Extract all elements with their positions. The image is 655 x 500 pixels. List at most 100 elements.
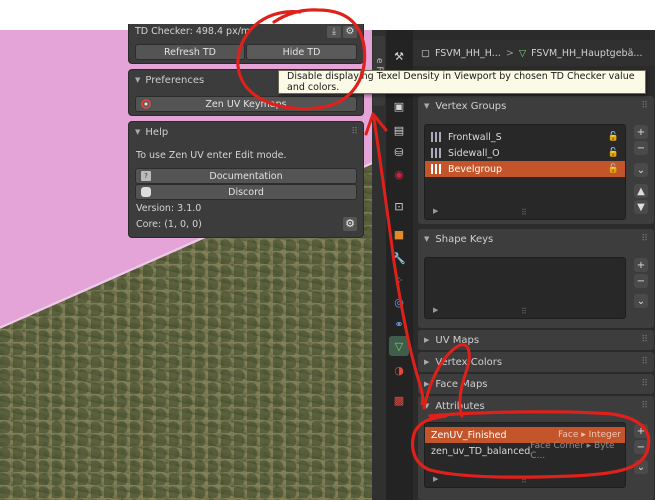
help-icon: ?: [141, 171, 151, 181]
settings-gear-icon[interactable]: ⚙: [343, 217, 357, 231]
drag-grip-icon[interactable]: ⠿: [351, 127, 358, 137]
remove-attribute-button[interactable]: −: [634, 440, 648, 454]
collapse-arrow-icon: ▼: [135, 76, 141, 84]
collapse-arrow-icon: ▼: [424, 102, 430, 110]
mesh-data-icon: ▽: [518, 47, 527, 59]
move-down-button[interactable]: ▼: [634, 200, 648, 214]
lock-icon[interactable]: 🔓: [608, 148, 619, 158]
attribute-type: Face ▸ Integer: [558, 430, 621, 440]
help-panel: ▼ Help ⠿ To use Zen UV enter Edit mode. …: [128, 121, 364, 238]
expand-arrow-icon[interactable]: ▶: [433, 306, 438, 314]
add-attribute-button[interactable]: +: [634, 424, 648, 438]
discord-icon: [141, 187, 151, 197]
td-checker-value: TD Checker: 498.4 px/m: [135, 26, 251, 37]
td-checker-panel: TD Checker: 498.4 px/m ⤓ ⚙ Refresh TD Hi…: [128, 24, 364, 64]
shape-keys-list[interactable]: ▶ ⠿: [424, 257, 626, 319]
vertex-groups-list[interactable]: Frontwall_S 🔓 Sidewall_O 🔓 Bevelgroup 🔓 …: [424, 124, 626, 220]
expand-arrow-icon[interactable]: ▶: [433, 475, 438, 483]
lock-icon[interactable]: 🔓: [608, 132, 619, 142]
drag-grip-icon[interactable]: ⠿: [641, 401, 648, 411]
mesh-data-tab-icon[interactable]: ▽: [389, 336, 409, 356]
uv-maps-panel[interactable]: ▶ UV Maps ⠿: [418, 330, 654, 350]
help-intro-text: To use Zen UV enter Edit mode.: [136, 150, 287, 161]
documentation-label: Documentation: [209, 170, 283, 182]
attribute-name: zen_uv_TD_balanced: [431, 445, 531, 457]
list-item[interactable]: Sidewall_O 🔓: [425, 145, 625, 161]
drag-grip-icon[interactable]: ⠿: [641, 357, 648, 367]
remove-shape-key-button[interactable]: −: [634, 274, 648, 288]
list-item[interactable]: zen_uv_TD_balanced Face Corner ▸ Byte C.…: [425, 441, 625, 461]
texture-tab-icon[interactable]: ▩: [389, 390, 409, 410]
discord-label: Discord: [228, 186, 264, 198]
resize-grip-icon[interactable]: ⠿: [521, 208, 527, 217]
add-vertex-group-button[interactable]: +: [634, 125, 648, 139]
help-header[interactable]: ▼ Help ⠿: [129, 122, 363, 142]
vertex-group-icon: [431, 148, 442, 158]
properties-tab-bar: ⚒ ▣ ▤ ⛁ ◉ ⊡ ■ 🔧 ⁘ ◎ ⚭ ▽ ◑ ▩: [386, 30, 413, 500]
vertex-groups-title: Vertex Groups: [435, 100, 507, 112]
breadcrumb-mesh[interactable]: FSVM_HH_Hauptgebä...: [531, 48, 642, 59]
download-icon[interactable]: ⤓: [327, 26, 341, 38]
shape-keys-title: Shape Keys: [435, 233, 494, 245]
zen-uv-keymaps-label: Zen UV Keymaps: [205, 98, 287, 110]
collapse-arrow-icon: ▼: [424, 235, 430, 243]
vertex-group-icon: [431, 132, 442, 142]
documentation-button[interactable]: ? Documentation: [135, 168, 357, 184]
drag-grip-icon[interactable]: ⠿: [641, 101, 648, 111]
remove-vertex-group-button[interactable]: −: [634, 141, 648, 155]
attribute-specials-button[interactable]: ⌄: [634, 460, 648, 474]
expand-arrow-icon: ▶: [424, 358, 430, 366]
hide-td-button[interactable]: Hide TD: [246, 44, 357, 60]
keymap-icon: [141, 99, 151, 109]
vertex-group-icon: [431, 164, 442, 174]
attributes-title: Attributes: [435, 400, 485, 412]
uv-maps-title: UV Maps: [435, 334, 480, 346]
vertex-colors-title: Vertex Colors: [435, 356, 503, 368]
settings-gear-icon[interactable]: ⚙: [343, 26, 357, 38]
list-item[interactable]: Frontwall_S 🔓: [425, 129, 625, 145]
modifier-tab-icon[interactable]: 🔧: [389, 248, 409, 268]
zen-uv-keymaps-button[interactable]: Zen UV Keymaps: [135, 96, 357, 112]
vertex-group-name: Sidewall_O: [448, 147, 500, 159]
collapse-arrow-icon: ▼: [424, 402, 430, 410]
attributes-header[interactable]: ▼ Attributes ⠿: [418, 396, 654, 416]
pin-icon[interactable]: ▢: [421, 48, 430, 59]
vertex-colors-panel[interactable]: ▶ Vertex Colors ⠿: [418, 352, 654, 372]
specials-menu-button[interactable]: ⌄: [634, 163, 648, 177]
attribute-type: Face Corner ▸ Byte C...: [530, 441, 615, 461]
drag-grip-icon[interactable]: ⠿: [641, 379, 648, 389]
output-tab-icon[interactable]: ▤: [389, 120, 409, 140]
preferences-title: Preferences: [145, 74, 205, 86]
vertex-groups-header[interactable]: ▼ Vertex Groups ⠿: [418, 96, 654, 116]
material-tab-icon[interactable]: ◑: [389, 360, 409, 380]
world-tab-icon[interactable]: ⊡: [389, 196, 409, 216]
resize-grip-icon[interactable]: ⠿: [521, 307, 527, 316]
tooltip: Disable displaying Texel Density in View…: [278, 70, 646, 94]
breadcrumb-object[interactable]: FSVM_HH_H...: [435, 48, 501, 59]
list-item-selected[interactable]: Bevelgroup 🔓: [425, 161, 625, 177]
expand-arrow-icon[interactable]: ▶: [433, 207, 438, 215]
add-shape-key-button[interactable]: +: [634, 258, 648, 272]
shape-keys-header[interactable]: ▼ Shape Keys ⠿: [418, 229, 654, 249]
attributes-list[interactable]: ZenUV_Finished Face ▸ Integer zen_uv_TD_…: [424, 422, 626, 488]
scene-tab-icon[interactable]: ◉: [389, 164, 409, 184]
expand-arrow-icon: ▶: [424, 336, 430, 344]
move-up-button[interactable]: ▲: [634, 184, 648, 198]
face-maps-title: Face Maps: [435, 378, 488, 390]
constraints-tab-icon[interactable]: ⚭: [389, 314, 409, 334]
shape-key-specials-button[interactable]: ⌄: [634, 294, 648, 308]
vertex-group-name: Bevelgroup: [448, 163, 503, 175]
view-layer-tab-icon[interactable]: ⛁: [389, 142, 409, 162]
face-maps-panel[interactable]: ▶ Face Maps ⠿: [418, 374, 654, 394]
lock-icon[interactable]: 🔓: [608, 164, 619, 174]
resize-grip-icon[interactable]: ⠿: [521, 476, 527, 485]
tool-tab-icon[interactable]: ⚒: [389, 46, 409, 66]
discord-button[interactable]: Discord: [135, 184, 357, 200]
object-tab-icon[interactable]: ■: [389, 224, 409, 244]
physics-tab-icon[interactable]: ◎: [389, 292, 409, 312]
refresh-td-button[interactable]: Refresh TD: [135, 44, 245, 60]
particles-tab-icon[interactable]: ⁘: [389, 270, 409, 290]
render-tab-icon[interactable]: ▣: [389, 96, 409, 116]
drag-grip-icon[interactable]: ⠿: [641, 234, 648, 244]
drag-grip-icon[interactable]: ⠿: [641, 335, 648, 345]
